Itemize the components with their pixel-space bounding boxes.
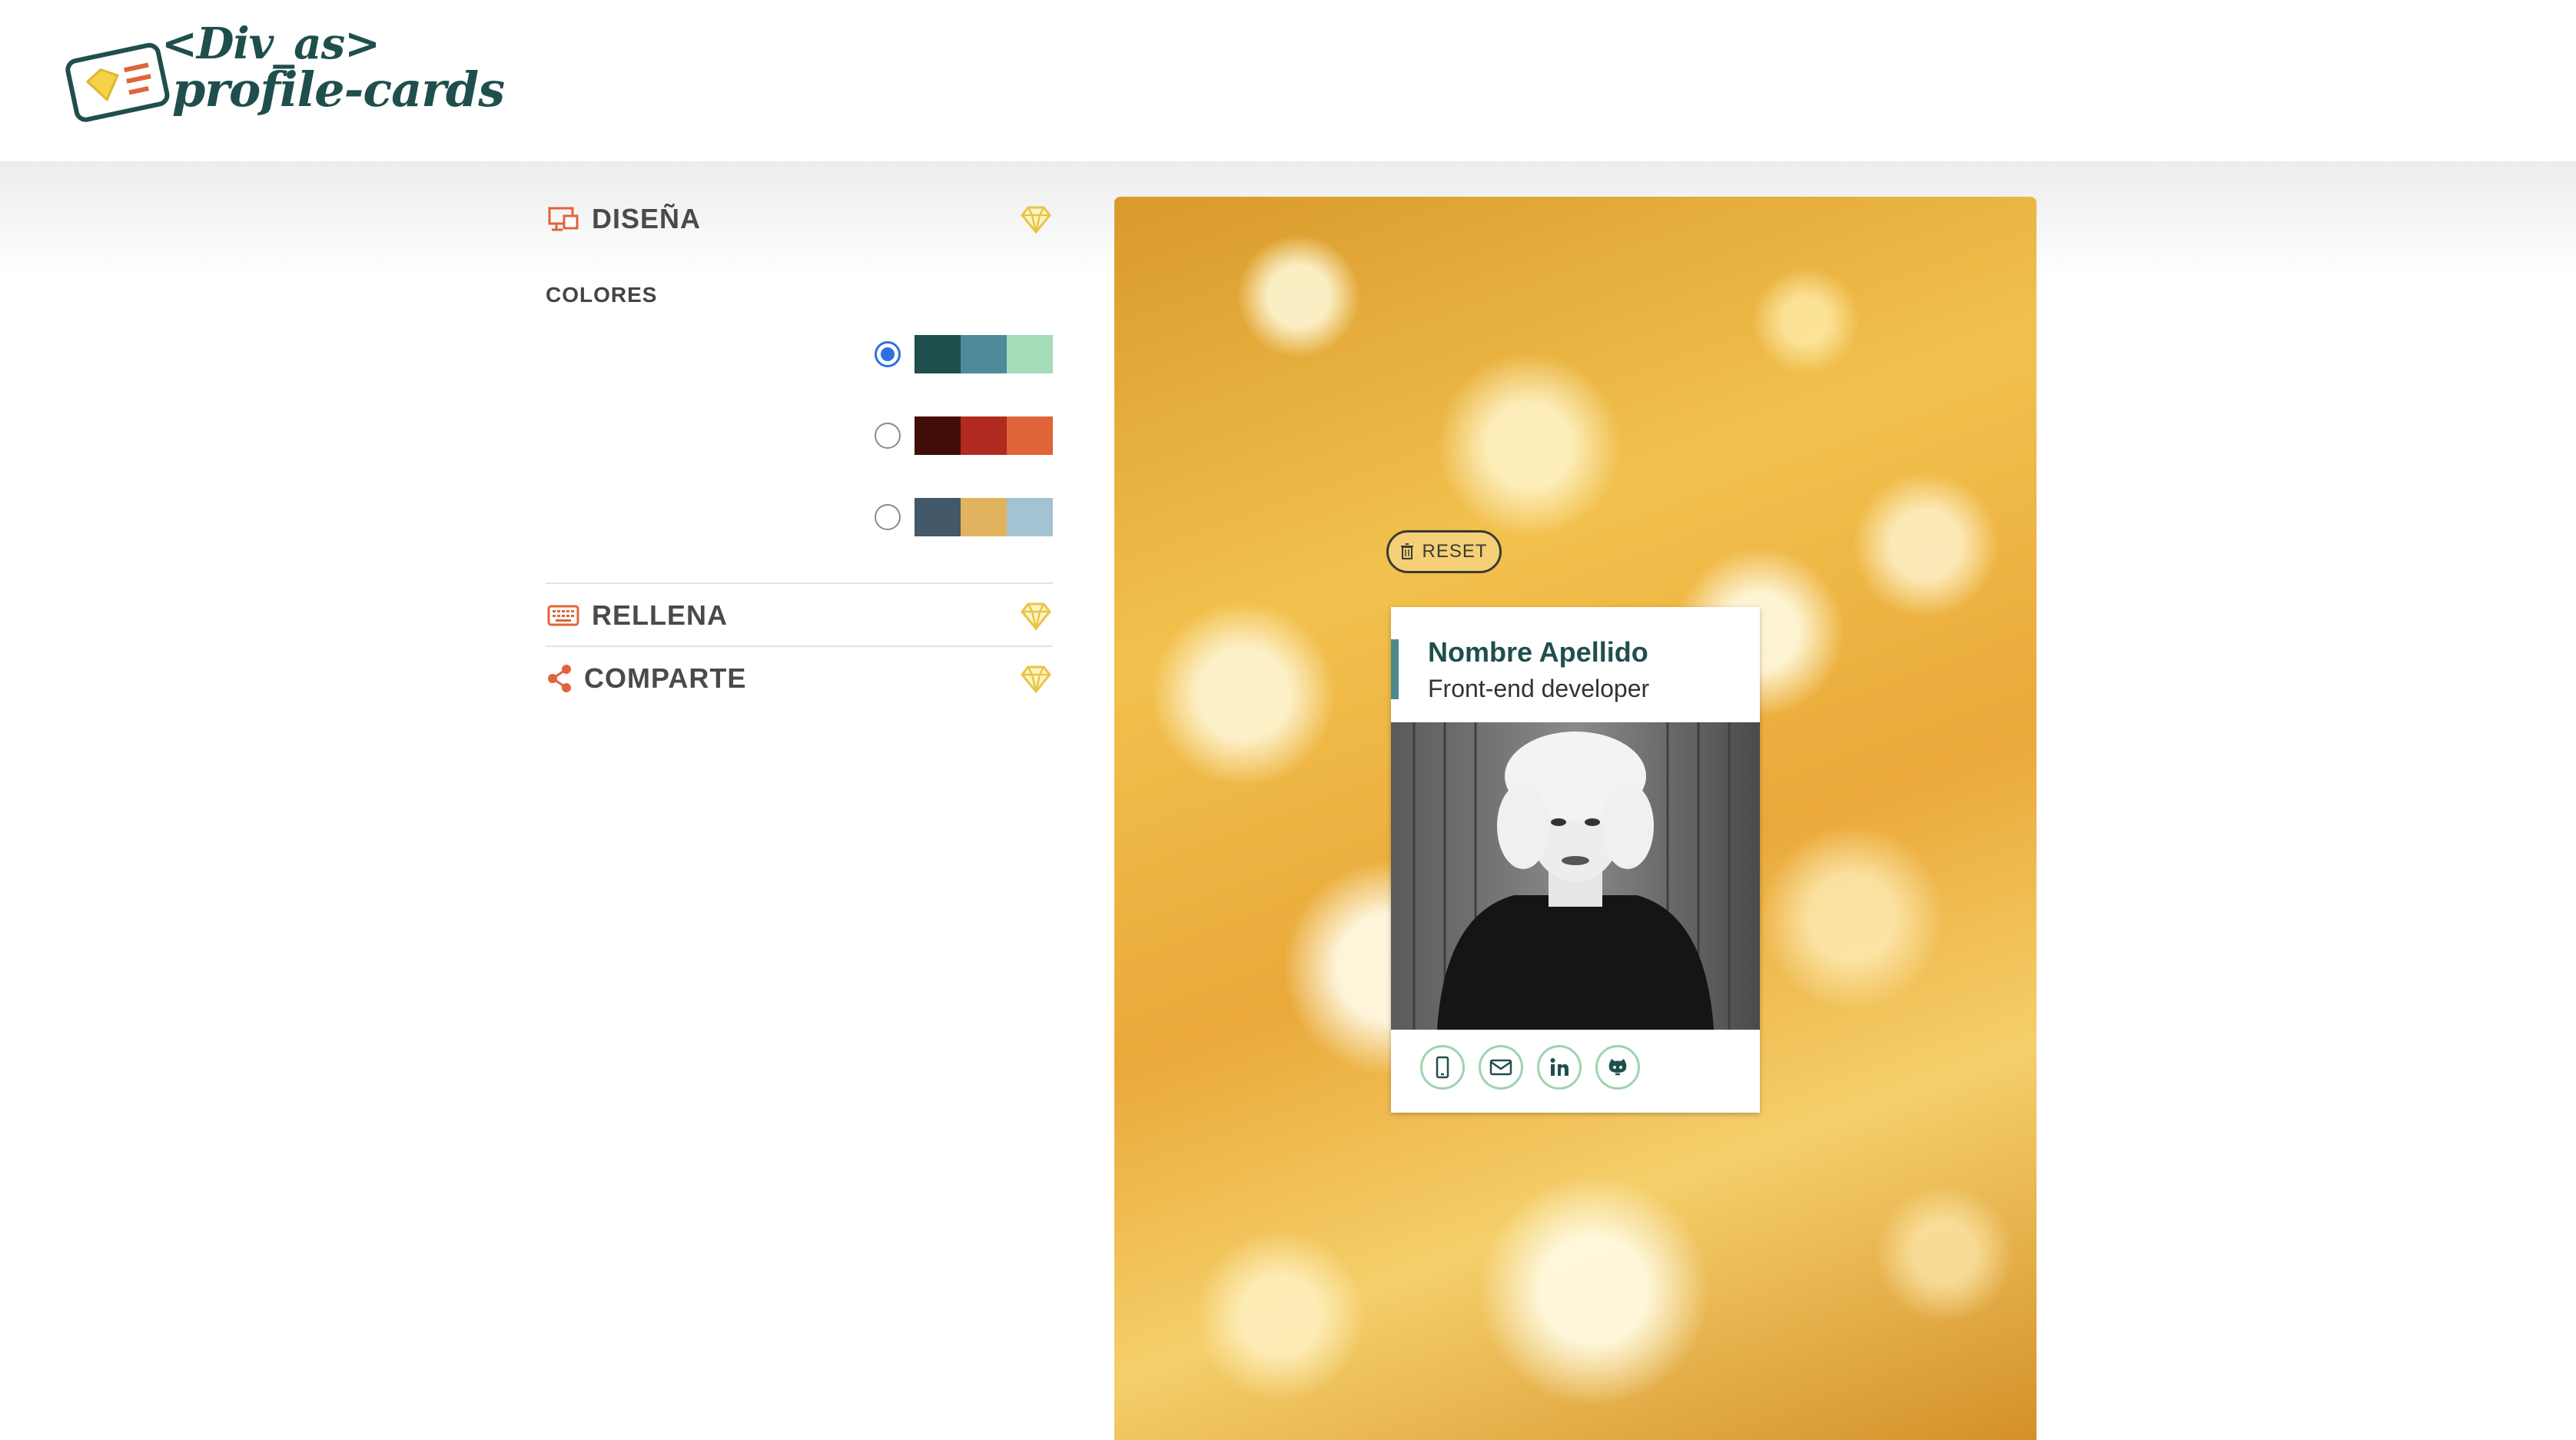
card-job: Front-end developer [1428, 675, 1650, 702]
gem-icon [1021, 665, 1051, 694]
colors-label: COLORES [546, 283, 658, 307]
palette-swatch [961, 335, 1007, 373]
profile-photo-image [1391, 722, 1760, 1030]
palette-radio-2[interactable] [875, 423, 901, 449]
card-photo [1391, 722, 1760, 1030]
palette-radio-1[interactable] [875, 341, 901, 367]
keyboard-icon [546, 600, 581, 631]
trash-icon [1401, 543, 1414, 559]
linkedin-icon[interactable] [1537, 1045, 1582, 1090]
palette-swatch [915, 416, 961, 455]
github-icon[interactable] [1595, 1045, 1640, 1090]
card-logo-icon [65, 42, 170, 122]
card-name: Nombre Apellido [1428, 636, 1648, 668]
logo-text-line2: profile-cards [172, 61, 505, 118]
phone-icon[interactable] [1420, 1045, 1465, 1090]
gem-icon [1021, 602, 1051, 631]
profile-card: Nombre Apellido Front-end developer [1391, 607, 1760, 1113]
section-fill-header[interactable]: RELLENA [546, 589, 1053, 642]
section-share-title: COMPARTE [584, 662, 747, 694]
app-logo[interactable]: <Div_as> profile-cards [65, 18, 505, 129]
palette-swatch [1007, 498, 1053, 536]
app-header: <Div_as> profile-cards [0, 0, 2576, 161]
palette-swatch [1007, 335, 1053, 373]
divider [546, 645, 1053, 647]
section-design-title: DISEÑA [592, 203, 702, 234]
palette-swatch [961, 498, 1007, 536]
gem-icon [1021, 206, 1051, 234]
palette-swatch [961, 416, 1007, 455]
palette-option-3[interactable] [875, 498, 1053, 536]
palette-option-2[interactable] [875, 416, 1053, 455]
reset-button[interactable]: RESET [1386, 530, 1502, 573]
card-header: Nombre Apellido Front-end developer [1391, 607, 1760, 722]
section-share-header[interactable]: COMPARTE [546, 652, 1053, 705]
palette-swatch [1007, 416, 1053, 455]
section-fill-title: RELLENA [592, 599, 728, 631]
palette-swatch [915, 335, 961, 373]
card-contact-icons [1420, 1045, 1640, 1090]
palette-option-1[interactable] [875, 335, 1053, 373]
divider [546, 582, 1053, 584]
section-design-header[interactable]: DISEÑA [546, 192, 1053, 246]
email-icon[interactable] [1479, 1045, 1523, 1090]
share-icon [546, 663, 573, 694]
palette-radio-3[interactable] [875, 504, 901, 530]
card-accent-bar [1391, 639, 1399, 699]
design-icon [546, 204, 581, 234]
palette-swatch [915, 498, 961, 536]
reset-label: RESET [1422, 541, 1488, 562]
